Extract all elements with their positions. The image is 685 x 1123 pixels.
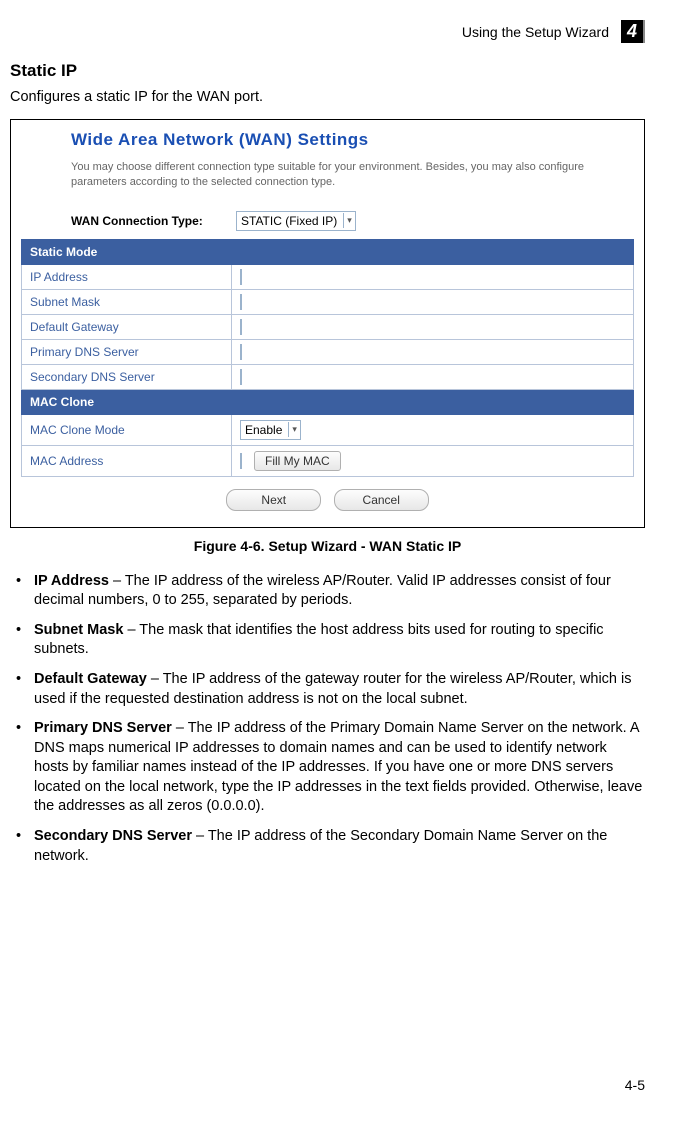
- default-gateway-label: Default Gateway: [22, 314, 232, 339]
- mac-clone-mode-select[interactable]: Enable ▾: [240, 420, 301, 440]
- ip-address-input[interactable]: [240, 269, 242, 285]
- primary-dns-label: Primary DNS Server: [22, 339, 232, 364]
- wan-connection-row: WAN Connection Type: STATIC (Fixed IP) ▾: [71, 211, 634, 231]
- list-item: Secondary DNS Server – The IP address of…: [10, 827, 645, 866]
- list-item: Subnet Mask – The mask that identifies t…: [10, 621, 645, 660]
- panel-description: You may choose different connection type…: [71, 160, 604, 191]
- chapter-number: 4: [621, 20, 645, 43]
- list-item: Primary DNS Server – The IP address of t…: [10, 719, 645, 817]
- figure-caption: Figure 4-6. Setup Wizard - WAN Static IP: [10, 538, 645, 554]
- section-intro: Configures a static IP for the WAN port.: [10, 89, 645, 105]
- mac-clone-mode-value: Enable: [245, 423, 282, 437]
- page-number: 4-5: [625, 1077, 645, 1093]
- fill-my-mac-button[interactable]: Fill My MAC: [254, 451, 341, 471]
- mac-clone-mode-label: MAC Clone Mode: [22, 414, 232, 445]
- wan-connection-value: STATIC (Fixed IP): [241, 214, 337, 228]
- wan-connection-select[interactable]: STATIC (Fixed IP) ▾: [236, 211, 356, 231]
- secondary-dns-label: Secondary DNS Server: [22, 364, 232, 389]
- ip-address-label: IP Address: [22, 264, 232, 289]
- config-screenshot: Wide Area Network (WAN) Settings You may…: [10, 119, 645, 528]
- settings-table: Static Mode IP Address Subnet Mask Defau…: [21, 239, 634, 477]
- page-header: Using the Setup Wizard 4: [10, 20, 645, 43]
- mac-clone-header: MAC Clone: [22, 389, 634, 414]
- section-title: Static IP: [10, 61, 645, 81]
- cancel-button[interactable]: Cancel: [334, 489, 429, 511]
- panel-title: Wide Area Network (WAN) Settings: [71, 130, 634, 150]
- list-item: IP Address – The IP address of the wirel…: [10, 572, 645, 611]
- default-gateway-input[interactable]: [240, 319, 242, 335]
- button-row: Next Cancel: [21, 489, 634, 511]
- description-list: IP Address – The IP address of the wirel…: [10, 572, 645, 866]
- mac-address-label: MAC Address: [22, 445, 232, 476]
- header-title: Using the Setup Wizard: [462, 24, 609, 40]
- mac-address-input[interactable]: [240, 453, 242, 469]
- static-mode-header: Static Mode: [22, 239, 634, 264]
- chevron-down-icon: ▾: [343, 213, 355, 228]
- secondary-dns-input[interactable]: [240, 369, 242, 385]
- chevron-down-icon: ▾: [288, 422, 300, 437]
- subnet-mask-label: Subnet Mask: [22, 289, 232, 314]
- wan-connection-label: WAN Connection Type:: [71, 214, 236, 228]
- primary-dns-input[interactable]: [240, 344, 242, 360]
- list-item: Default Gateway – The IP address of the …: [10, 670, 645, 709]
- subnet-mask-input[interactable]: [240, 294, 242, 310]
- next-button[interactable]: Next: [226, 489, 321, 511]
